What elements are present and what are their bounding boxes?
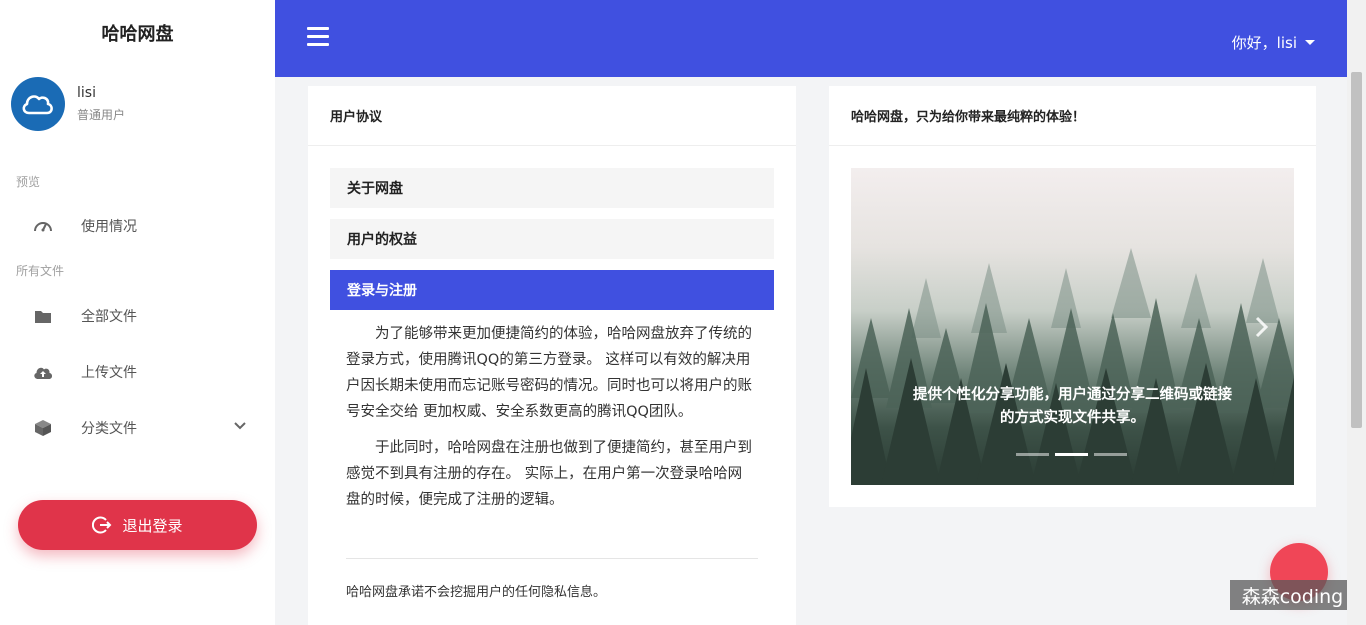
carousel-indicators <box>1016 453 1133 456</box>
avatar[interactable] <box>11 77 65 131</box>
showcase-card-title: 哈哈网盘，只为给你带来最纯粹的体验！ <box>829 86 1316 146</box>
paragraph: 为了能够带来更加便捷简约的体验，哈哈网盘放弃了传统的登录方式，使用腾讯QQ的第三… <box>346 326 752 420</box>
dashboard-gauge-icon <box>33 216 53 236</box>
sidebar-item-label: 上传文件 <box>81 365 137 381</box>
privacy-note: 哈哈网盘承诺不会挖掘用户的任何隐私信息。 <box>346 585 607 600</box>
chevron-down-icon[interactable] <box>233 421 247 431</box>
accordion-item-rights[interactable]: 用户的权益 <box>330 219 774 259</box>
section-label-preview: 预览 <box>16 175 41 189</box>
agreement-card-title: 用户协议 <box>308 86 796 146</box>
user-name: lisi <box>77 85 96 101</box>
sidebar-item-usage[interactable]: 使用情况 <box>0 206 275 246</box>
user-role: 普通用户 <box>77 108 126 122</box>
sidebar-item-categories[interactable]: 分类文件 <box>0 408 275 448</box>
section-label-all-files: 所有文件 <box>16 264 65 278</box>
caret-down-icon <box>1305 40 1315 45</box>
brand-title: 哈哈网盘 <box>101 24 174 45</box>
sidebar-item-label: 使用情况 <box>81 219 137 235</box>
sidebar-item-label: 分类文件 <box>81 421 137 437</box>
accordion-item-login[interactable]: 登录与注册 <box>330 270 774 310</box>
scrollbar-thumb[interactable] <box>1351 72 1362 428</box>
sidebar: 哈哈网盘 lisi 普通用户 预览 使用情况 所有文件 全部文件 上传文件 分类… <box>0 0 275 625</box>
accordion-content: 为了能够带来更加便捷简约的体验，哈哈网盘放弃了传统的登录方式，使用腾讯QQ的第三… <box>346 321 756 513</box>
carousel-indicator[interactable] <box>1016 453 1049 456</box>
carousel-indicator-active[interactable] <box>1055 453 1088 456</box>
showcase-card: 哈哈网盘，只为给你带来最纯粹的体验！ 提供个性化分享功能，用户通过分享二维码或链… <box>829 86 1316 507</box>
agreement-card: 用户协议 关于网盘 用户的权益 登录与注册 为了能够带来更加便捷简约的体验，哈哈… <box>308 86 796 625</box>
logout-button[interactable]: 退出登录 <box>18 500 257 550</box>
chevron-right-icon[interactable] <box>1254 316 1270 338</box>
logout-label: 退出登录 <box>122 516 183 535</box>
page-scrollbar[interactable] <box>1347 0 1366 625</box>
carousel-indicator[interactable] <box>1094 453 1127 456</box>
sidebar-item-label: 全部文件 <box>81 309 137 325</box>
greeting-text: 你好，lisi <box>1231 34 1297 52</box>
divider <box>346 558 758 559</box>
cloud-icon <box>22 95 53 115</box>
carousel-caption: 提供个性化分享功能，用户通过分享二维码或链接的方式实现文件共享。 <box>913 387 1232 426</box>
top-navbar: 你好，lisi <box>275 0 1347 77</box>
image-carousel[interactable]: 提供个性化分享功能，用户通过分享二维码或链接的方式实现文件共享。 <box>851 168 1294 485</box>
hamburger-menu-icon[interactable] <box>307 27 329 47</box>
cloud-upload-icon <box>33 362 53 382</box>
paragraph: 于此同时，哈哈网盘在注册也做到了便捷简约，甚至用户到感觉不到具有注册的存在。 实… <box>346 440 752 508</box>
logout-icon <box>92 515 112 535</box>
folder-icon <box>33 306 53 326</box>
user-profile: lisi 普通用户 <box>11 77 125 131</box>
accordion-item-about[interactable]: 关于网盘 <box>330 168 774 208</box>
forest-image <box>851 248 1294 485</box>
watermark: 森森coding <box>1230 580 1355 610</box>
cube-icon <box>33 418 53 438</box>
sidebar-item-all-files[interactable]: 全部文件 <box>0 296 275 336</box>
user-dropdown[interactable]: 你好，lisi <box>1232 32 1315 53</box>
sidebar-item-upload[interactable]: 上传文件 <box>0 352 275 392</box>
